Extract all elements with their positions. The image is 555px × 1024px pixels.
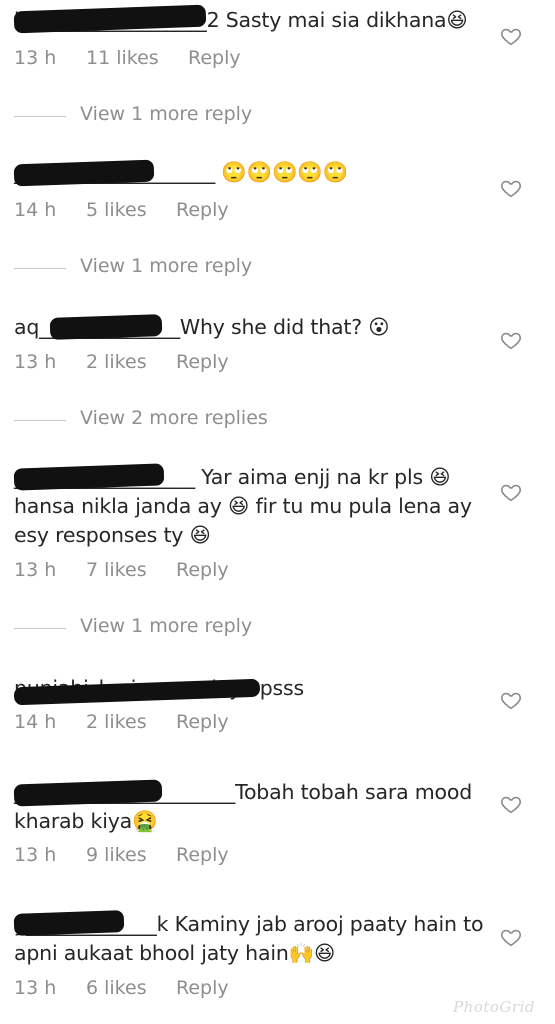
comment-item: __________________ Yar aima enjj na kr p…: [13, 463, 484, 550]
comment-likes[interactable]: 2 likes: [86, 351, 147, 373]
comment-meta: 13 h 7 likes Reply: [14, 559, 314, 583]
comment-likes[interactable]: 2 likes: [86, 711, 147, 733]
comment-meta: 13 h 9 likes Reply: [14, 844, 314, 868]
reply-button[interactable]: Reply: [176, 559, 229, 581]
divider-line: [14, 268, 66, 269]
heart-outline-icon[interactable]: [500, 926, 522, 948]
heart-outline-icon[interactable]: [500, 689, 522, 711]
view-replies-label[interactable]: View 2 more replies: [80, 407, 268, 429]
reply-button[interactable]: Reply: [176, 977, 229, 999]
redaction-mark: [13, 910, 125, 936]
view-replies-label[interactable]: View 1 more reply: [80, 255, 252, 277]
comment-item: aq______________Why she did that? 😮: [14, 313, 494, 342]
redaction-mark: [49, 314, 163, 340]
heart-outline-icon[interactable]: [500, 481, 522, 503]
comment-likes[interactable]: 11 likes: [86, 47, 159, 69]
reply-button[interactable]: Reply: [176, 199, 229, 221]
reply-button[interactable]: Reply: [176, 711, 229, 733]
comment-meta: 13 h 11 likes Reply: [14, 47, 314, 71]
view-replies-link[interactable]: View 1 more reply: [14, 255, 314, 281]
comment-time: 13 h: [14, 559, 57, 581]
divider-line: [14, 116, 66, 117]
comment-text: Sasty mai sia dikhana😆: [219, 8, 468, 32]
comment-meta: 14 h 5 likes Reply: [14, 199, 314, 223]
divider-line: [14, 420, 66, 421]
comment-meta: 13 h 2 likes Reply: [14, 351, 314, 375]
comment-text: 🙄🙄🙄🙄🙄: [215, 160, 348, 184]
comment-time: 13 h: [14, 844, 57, 866]
heart-outline-icon[interactable]: [500, 793, 522, 815]
comment-likes[interactable]: 7 likes: [86, 559, 147, 581]
comment-likes[interactable]: 6 likes: [86, 977, 147, 999]
view-replies-label[interactable]: View 1 more reply: [80, 103, 252, 125]
comment-item: punjabi_kuria_munday opsss: [13, 674, 494, 706]
reply-button[interactable]: Reply: [176, 844, 229, 866]
view-replies-link[interactable]: View 1 more reply: [14, 103, 314, 129]
comment-item: ______________________Tobah tobah sara m…: [13, 778, 484, 836]
watermark: PhotoGrid: [453, 998, 535, 1016]
comment-time: 14 h: [14, 711, 57, 733]
comment-time: 13 h: [14, 351, 57, 373]
comment-item: y_____________k Kaminy jab arooj paaty h…: [13, 910, 484, 968]
comment-likes[interactable]: 5 likes: [86, 199, 147, 221]
comment-likes[interactable]: 9 likes: [86, 844, 147, 866]
comment-time: 13 h: [14, 977, 57, 999]
heart-outline-icon[interactable]: [500, 329, 522, 351]
reply-button[interactable]: Reply: [188, 47, 241, 69]
comment-text: Why she did that? 😮: [179, 315, 390, 339]
view-replies-link[interactable]: View 1 more reply: [14, 615, 314, 641]
comment-meta: 14 h 2 likes Reply: [14, 711, 314, 735]
comment-time: 14 h: [14, 199, 57, 221]
heart-outline-icon[interactable]: [500, 177, 522, 199]
view-replies-link[interactable]: View 2 more replies: [14, 407, 314, 433]
comment-time: 13 h: [14, 47, 57, 69]
reply-button[interactable]: Reply: [176, 351, 229, 373]
comment-item: ____________________ 🙄🙄🙄🙄🙄: [13, 158, 494, 187]
heart-outline-icon[interactable]: [500, 25, 522, 47]
divider-line: [14, 628, 66, 629]
comment-meta: 13 h 6 likes Reply: [14, 977, 314, 1001]
view-replies-label[interactable]: View 1 more reply: [80, 615, 252, 637]
comment-item: k__________________2 Sasty mai sia dikha…: [13, 4, 494, 35]
